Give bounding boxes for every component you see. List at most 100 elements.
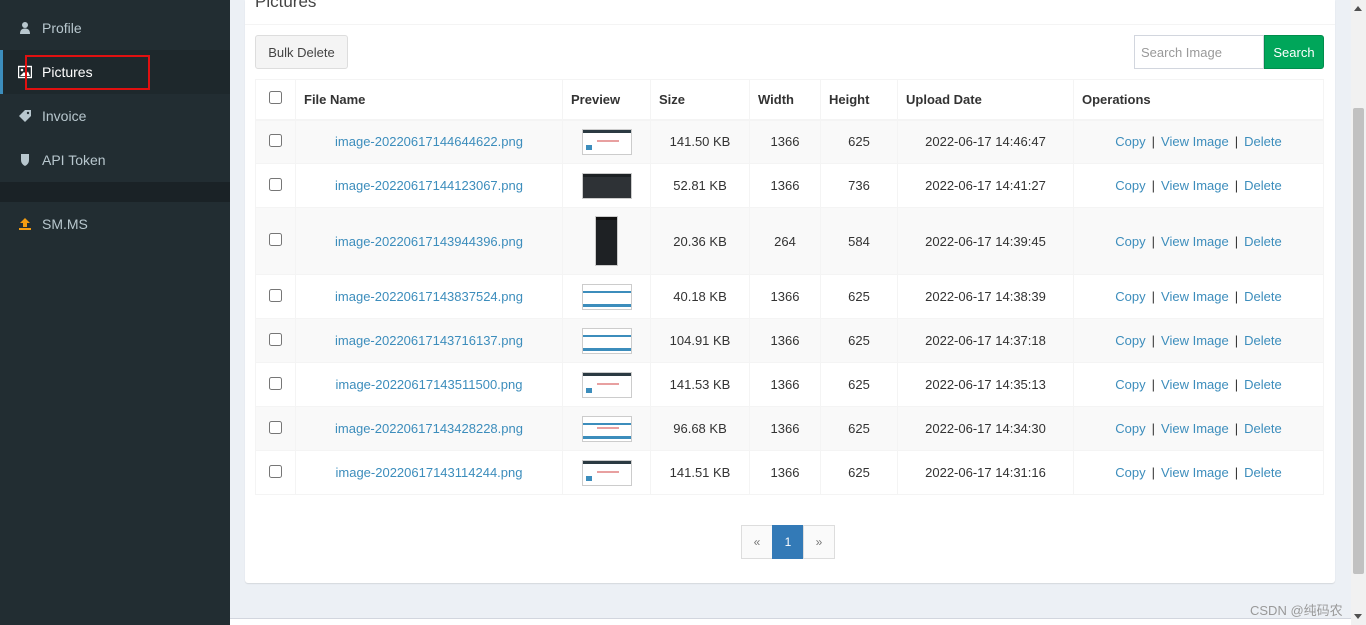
vertical-scrollbar[interactable] [1351,0,1366,625]
delete-link[interactable]: Delete [1244,465,1282,480]
size-cell: 96.68 KB [650,406,750,451]
sidebar-item-profile[interactable]: Profile [0,6,230,50]
header-divider [245,24,1335,25]
delete-link[interactable]: Delete [1244,234,1282,249]
sidebar-item-smms[interactable]: SM.MS [0,202,230,246]
height-cell: 625 [820,274,898,319]
preview-thumbnail[interactable] [581,327,632,354]
row-select-cell [255,362,296,407]
row-checkbox[interactable] [269,420,282,434]
column-header-size: Size [650,79,750,121]
file-name-link[interactable]: image-20220617143511500.png [336,377,523,392]
copy-link[interactable]: Copy [1115,465,1145,480]
page-title: Pictures [255,0,317,11]
shield-icon [18,153,32,167]
file-name-link[interactable]: image-20220617143944396.png [335,234,523,249]
view-image-link[interactable]: View Image [1161,465,1229,480]
width-cell: 1366 [749,163,821,208]
bulk-delete-button[interactable]: Bulk Delete [255,35,348,69]
row-checkbox[interactable] [269,288,282,302]
preview-cell [562,450,651,495]
pagination-prev[interactable]: « [741,525,773,559]
search-input[interactable] [1134,35,1264,69]
column-header-preview: Preview [562,79,651,121]
delete-link[interactable]: Delete [1244,333,1282,348]
view-image-link[interactable]: View Image [1161,234,1229,249]
width-cell: 1366 [749,450,821,495]
size-cell: 141.50 KB [650,119,750,164]
delete-link[interactable]: Delete [1244,134,1282,149]
scroll-down-icon[interactable] [1354,614,1362,619]
row-checkbox[interactable] [269,177,282,191]
row-checkbox[interactable] [269,464,282,478]
copy-link[interactable]: Copy [1115,289,1145,304]
width-cell: 1366 [749,406,821,451]
file-name-link[interactable]: image-20220617143837524.png [335,289,523,304]
copy-link[interactable]: Copy [1115,421,1145,436]
copy-link[interactable]: Copy [1115,234,1145,249]
copy-link[interactable]: Copy [1115,333,1145,348]
row-checkbox[interactable] [269,376,282,390]
sidebar-item-invoice[interactable]: Invoice [0,94,230,138]
file-name-link[interactable]: image-20220617144123067.png [335,178,523,193]
view-image-link[interactable]: View Image [1161,333,1229,348]
upload-date-cell: 2022-06-17 14:35:13 [897,362,1074,407]
table-row: image-20220617144644622.png 141.50 KB 13… [255,119,1324,164]
file-name-link[interactable]: image-20220617144644622.png [335,134,523,149]
delete-link[interactable]: Delete [1244,289,1282,304]
height-cell: 625 [820,406,898,451]
separator: | [1234,289,1239,304]
table-row: image-20220617143837524.png 40.18 KB 136… [255,274,1324,319]
preview-thumbnail[interactable] [581,172,632,199]
view-image-link[interactable]: View Image [1161,421,1229,436]
separator: | [1151,233,1156,249]
delete-link[interactable]: Delete [1244,377,1282,392]
delete-link[interactable]: Delete [1244,178,1282,193]
operations-cell: Copy | View Image | Delete [1073,450,1324,495]
view-image-link[interactable]: View Image [1161,289,1229,304]
column-header-operations: Operations [1073,79,1324,121]
view-image-link[interactable]: View Image [1161,377,1229,392]
preview-cell [562,274,651,319]
row-checkbox[interactable] [269,233,282,246]
file-name-link[interactable]: image-20220617143114244.png [336,465,523,480]
preview-thumbnail[interactable] [581,283,632,310]
scrollbar-thumb[interactable] [1353,108,1364,574]
preview-thumbnail[interactable] [581,459,632,486]
file-name-link[interactable]: image-20220617143716137.png [335,333,523,348]
file-name-link[interactable]: image-20220617143428228.png [335,421,523,436]
table-header-row: File Name Preview Size Width Height Uplo… [255,79,1324,121]
table-row: image-20220617143511500.png 141.53 KB 13… [255,362,1324,407]
highlight-box [25,55,150,90]
copy-link[interactable]: Copy [1115,377,1145,392]
scroll-up-icon[interactable] [1354,6,1362,11]
width-cell: 1366 [749,274,821,319]
pagination-page[interactable]: 1 [772,525,804,559]
select-all-checkbox[interactable] [269,91,282,105]
preview-thumbnail[interactable] [581,128,632,155]
preview-thumbnail[interactable] [581,415,632,442]
row-checkbox[interactable] [269,133,282,147]
pagination-next[interactable]: » [803,525,835,559]
table-row: image-20220617143114244.png 141.51 KB 13… [255,450,1324,495]
column-header-height: Height [820,79,898,121]
copy-link[interactable]: Copy [1115,134,1145,149]
view-image-link[interactable]: View Image [1161,134,1229,149]
separator: | [1151,465,1156,480]
search-button[interactable]: Search [1264,35,1324,69]
sidebar-item-api-token[interactable]: API Token [0,138,230,182]
preview-thumbnail[interactable] [595,216,618,266]
separator: | [1151,333,1156,348]
delete-link[interactable]: Delete [1244,421,1282,436]
table-row: image-20220617144123067.png 52.81 KB 136… [255,163,1324,208]
copy-link[interactable]: Copy [1115,178,1145,193]
height-cell: 625 [820,119,898,164]
file-name-cell: image-20220617143114244.png [295,450,563,495]
row-checkbox[interactable] [269,332,282,346]
preview-thumbnail[interactable] [581,371,632,398]
view-image-link[interactable]: View Image [1161,178,1229,193]
sidebar-divider [0,182,230,202]
separator: | [1234,178,1239,193]
column-header-upload-date: Upload Date [897,79,1074,121]
separator: | [1234,465,1239,480]
